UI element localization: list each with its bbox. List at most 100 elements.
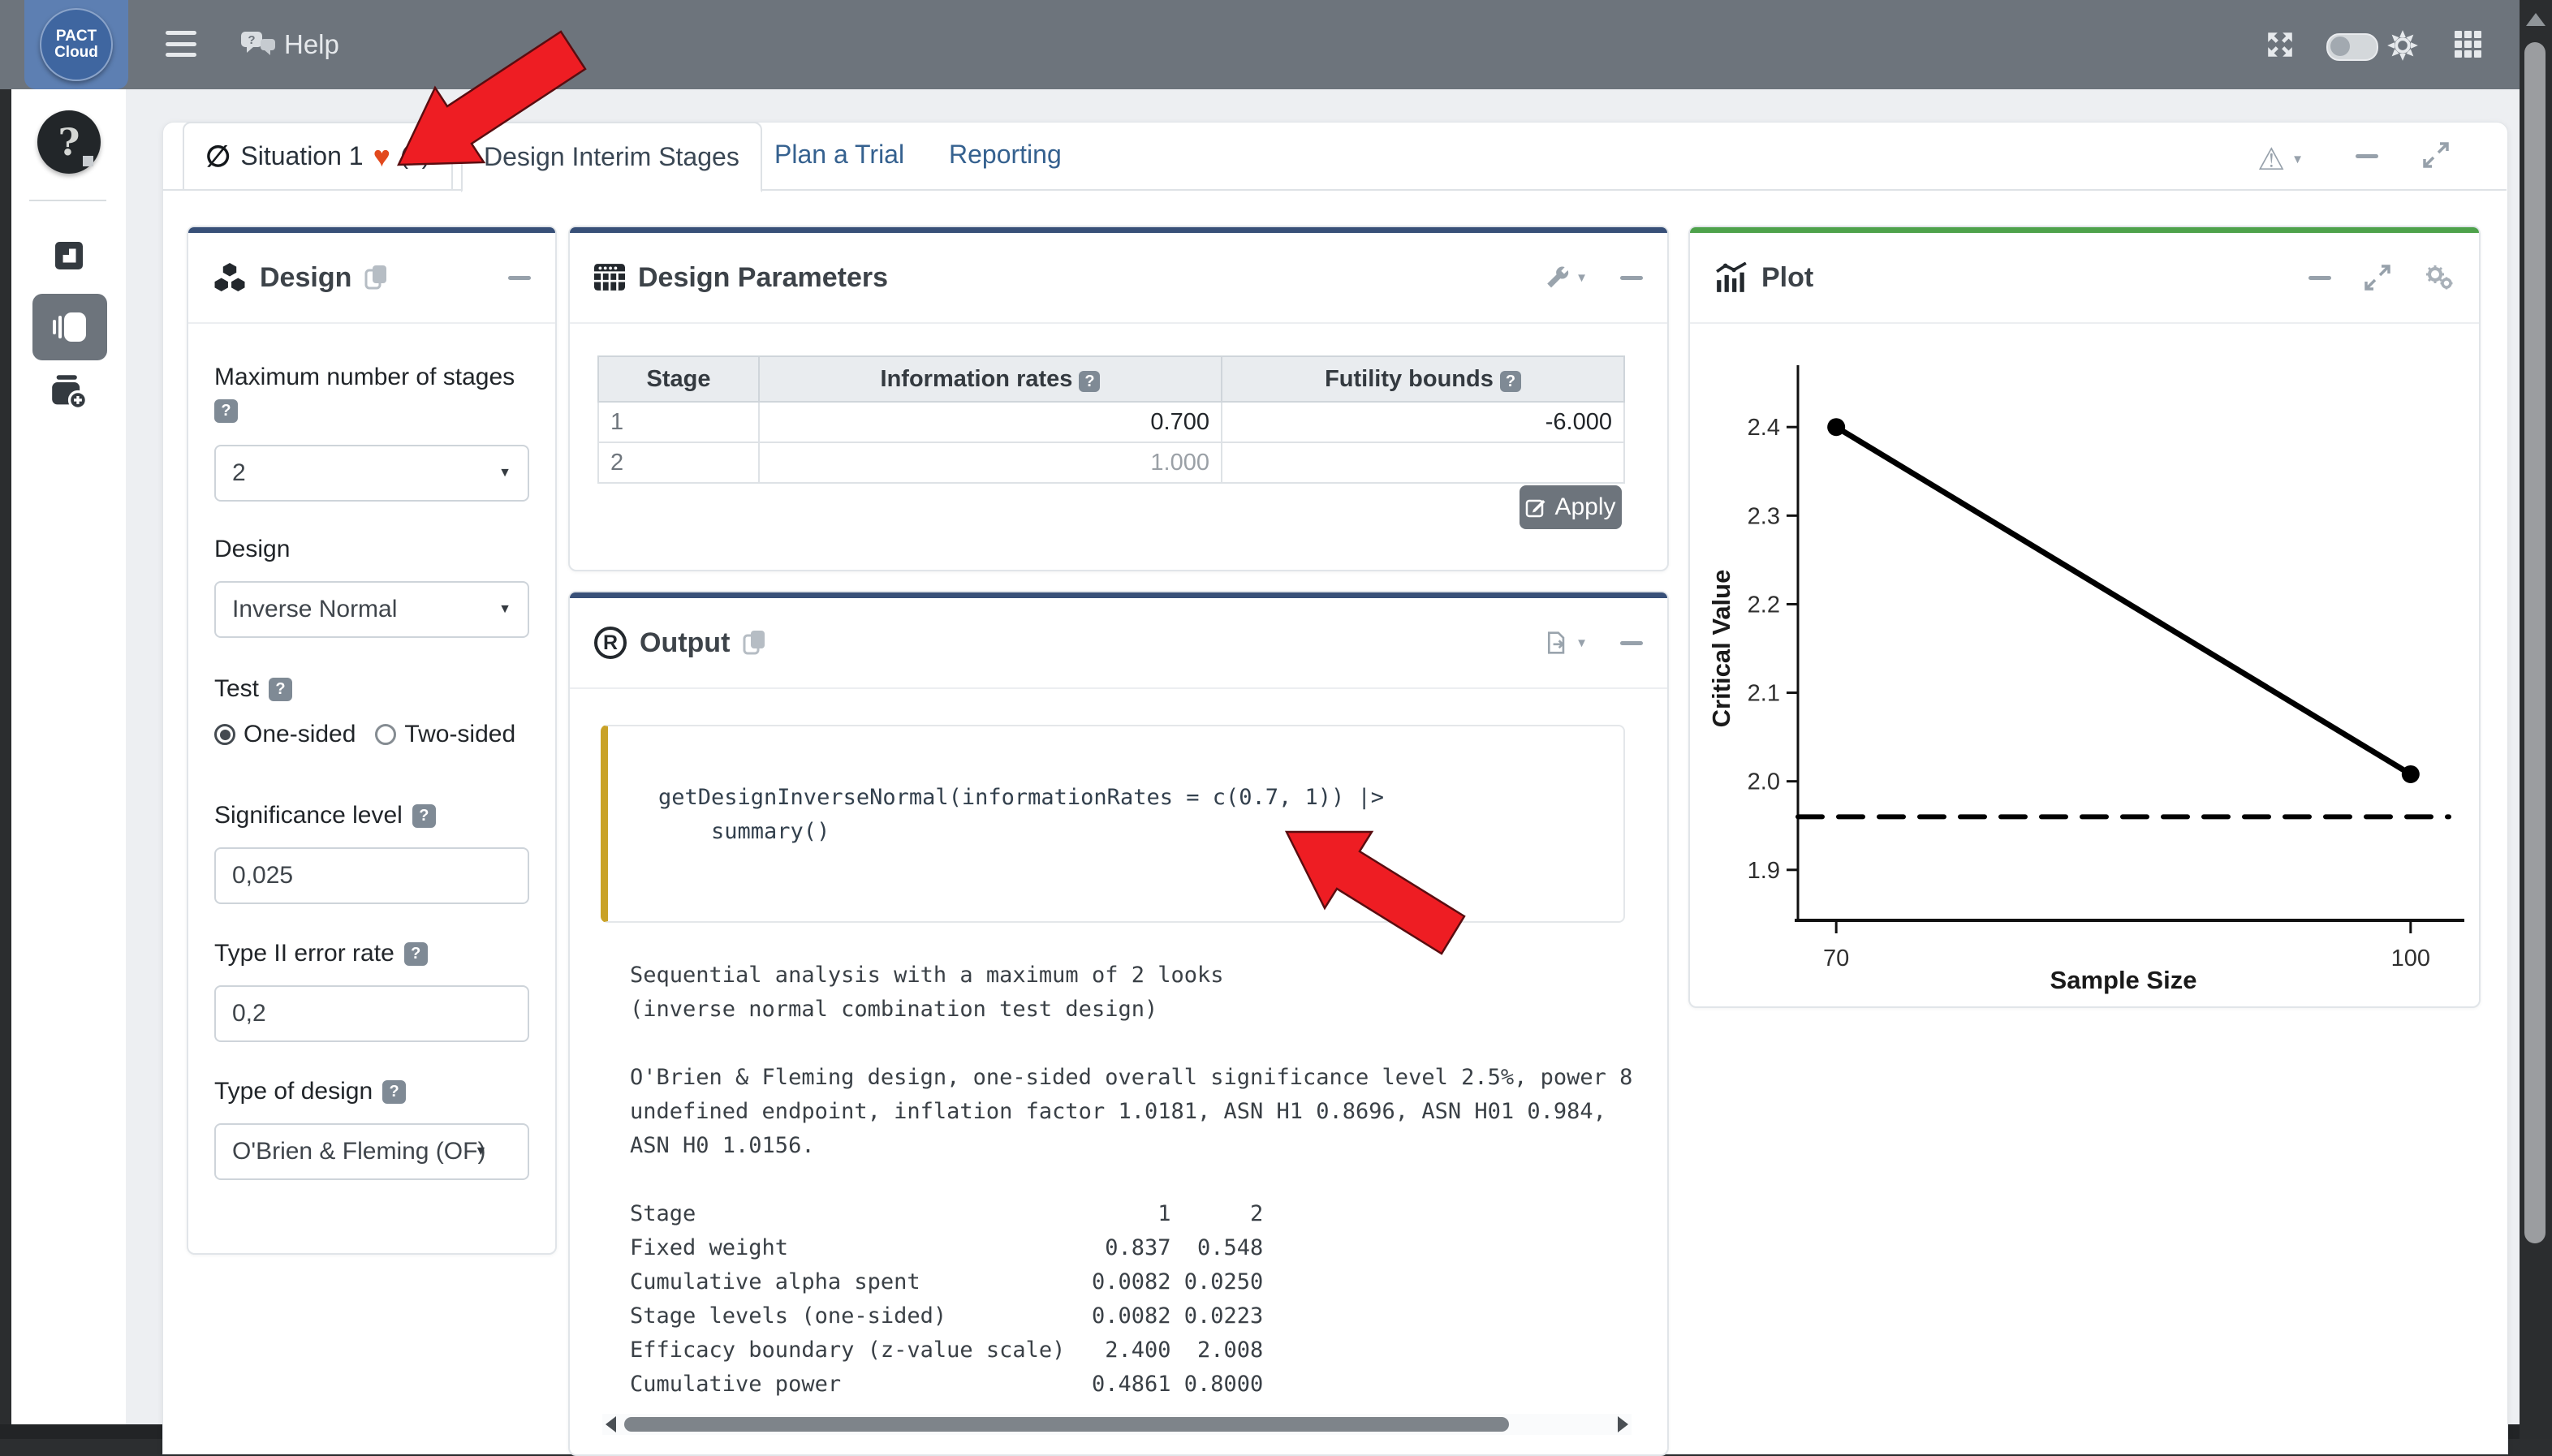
apply-button[interactable]: Apply [1520,485,1622,529]
max-stages-label: Maximum number of stages [214,364,531,391]
page-vertical-scrollbar[interactable] [2520,0,2552,1439]
table-settings-dropdown[interactable]: ▼ [1545,265,1588,290]
chevron-down-icon: ▼ [474,1144,487,1159]
output-horizontal-scrollbar[interactable] [602,1414,1632,1435]
help-menu[interactable]: ? Help [240,24,339,65]
radio-two-sided[interactable] [375,724,396,745]
minimize-card-button[interactable] [2356,154,2378,158]
copy-icon[interactable] [364,264,389,291]
expand-arrows-icon [2422,141,2450,169]
tab-situation[interactable]: ∅ Situation 1 ♥ (3) [183,122,453,191]
copy-icon[interactable] [743,629,767,657]
stages-steps-icon [55,242,83,269]
information-rates-help-icon[interactable]: ? [1079,371,1100,392]
max-stages-select[interactable]: 2 ▼ [214,445,529,502]
sidebar-item-stages[interactable] [55,242,83,274]
scroll-left-arrow-icon[interactable] [606,1416,616,1432]
data-point [1827,418,1845,436]
y-tick-label: 2.2 [1748,592,1780,618]
information-rate-cell[interactable]: 0.700 [759,402,1222,442]
warnings-dropdown[interactable]: ⚠ ▼ [2257,141,2304,178]
max-stages-help-icon[interactable]: ? [214,399,238,423]
minimize-panel-button[interactable] [1620,641,1643,645]
y-tick-label: 1.9 [1748,858,1780,884]
expand-card-button[interactable] [2422,141,2450,169]
type-of-design-select[interactable]: O'Brien & Fleming (OF) ▼ [214,1123,529,1180]
sun-icon [2386,29,2419,62]
dark-mode-toggle[interactable] [2326,33,2378,61]
minimize-panel-button[interactable] [1620,276,1643,280]
wrench-icon [1545,265,1569,290]
y-axis-label: Critical Value [1707,570,1735,728]
fullscreen-button[interactable] [2265,29,2296,60]
design-panel-title: Design [260,262,351,294]
design-panel-header: Design [188,233,555,324]
output-line: Stage 1 2 [630,1201,1636,1235]
expand-arrows-icon[interactable] [2364,264,2391,291]
col-futility-bounds: Futility bounds ? [1222,356,1624,402]
plot-settings-gears-icon[interactable] [2424,264,2455,291]
scroll-up-arrow-icon[interactable] [2526,13,2546,26]
type-of-design-label: Type of design? [214,1078,406,1105]
output-line: Stage levels (one-sided) 0.0082 0.0223 [630,1303,1636,1338]
test-help-icon[interactable]: ? [269,678,292,701]
export-dropdown[interactable]: ▼ [1545,629,1588,657]
significance-help-icon[interactable]: ? [412,804,436,828]
hamburger-menu-icon[interactable] [166,31,196,57]
user-avatar[interactable]: ? [37,110,101,174]
type-of-design-help-icon[interactable]: ? [382,1080,406,1104]
output-line: Cumulative power 0.4861 0.8000 [630,1372,1636,1406]
information-rate-cell[interactable]: 1.000 [759,442,1222,483]
situation-tab-label: Situation 1 [240,141,363,171]
scrollbar-thumb[interactable] [624,1417,1509,1432]
panels-icon [51,310,88,344]
radio-one-sided[interactable] [214,724,235,745]
r-code-block[interactable]: getDesignInverseNormal(informationRates … [601,725,1625,923]
theme-button[interactable] [2386,29,2419,62]
stage-cell: 1 [598,402,759,442]
plot-panel-title: Plot [1761,262,1813,294]
type2-help-icon[interactable]: ? [404,942,428,966]
pact-cloud-logo-icon: PACT Cloud [40,8,113,81]
y-tick-label: 2.4 [1748,415,1780,441]
futility-bounds-help-icon[interactable]: ? [1500,371,1521,392]
scroll-right-arrow-icon[interactable] [1618,1416,1628,1432]
sidebar-item-designs-active[interactable] [32,294,107,360]
table-icon [594,264,625,291]
design-parameters-title: Design Parameters [638,262,888,294]
sidebar-item-add-situation[interactable] [50,373,88,413]
tab-plan-a-trial[interactable]: Plan a Trial [774,122,904,187]
apps-grid-icon[interactable] [2455,31,2481,58]
heart-icon[interactable]: ♥ [373,142,390,171]
tab-design-interim-stages[interactable]: Design Interim Stages [461,122,762,192]
futility-bound-cell[interactable]: -6.000 [1222,402,1624,442]
left-sidebar [11,89,127,1424]
significance-label: Significance level? [214,802,436,829]
plot-panel-accent [1690,227,2479,233]
design-value: Inverse Normal [232,596,397,623]
code-line: summary() [658,819,830,844]
scrollbar-thumb[interactable] [2524,42,2546,1243]
app-logo[interactable]: PACT Cloud [24,0,128,89]
significance-input[interactable]: 0,025 [214,847,529,904]
output-line: (inverse normal combination test design) [630,997,1636,1031]
minimize-panel-button[interactable] [2308,276,2331,280]
output-line: Cumulative alpha spent 0.0082 0.0250 [630,1269,1636,1303]
export-file-icon [1545,629,1569,657]
tab-reporting[interactable]: Reporting [949,122,1062,187]
minimize-panel-button[interactable] [508,276,531,280]
plot-panel-header: Plot [1690,233,2479,324]
type2-input[interactable]: 0,2 [214,985,529,1042]
futility-bound-cell[interactable] [1222,442,1624,483]
table-header-row: Stage Information rates ? Futility bound… [598,356,1624,402]
test-radio-group: One-sided Two-sided [214,721,515,748]
type-of-design-value: O'Brien & Fleming (OF) [232,1138,485,1165]
data-point [2402,765,2420,783]
caret-down-icon: ▼ [1576,271,1588,285]
design-select[interactable]: Inverse Normal ▼ [214,581,529,638]
chart-icon [1714,262,1748,293]
design-parameters-table: Stage Information rates ? Futility bound… [597,355,1625,484]
type2-label: Type II error rate? [214,940,428,967]
code-line: getDesignInverseNormal(informationRates … [658,785,1384,810]
output-panel-title: Output [640,627,730,659]
